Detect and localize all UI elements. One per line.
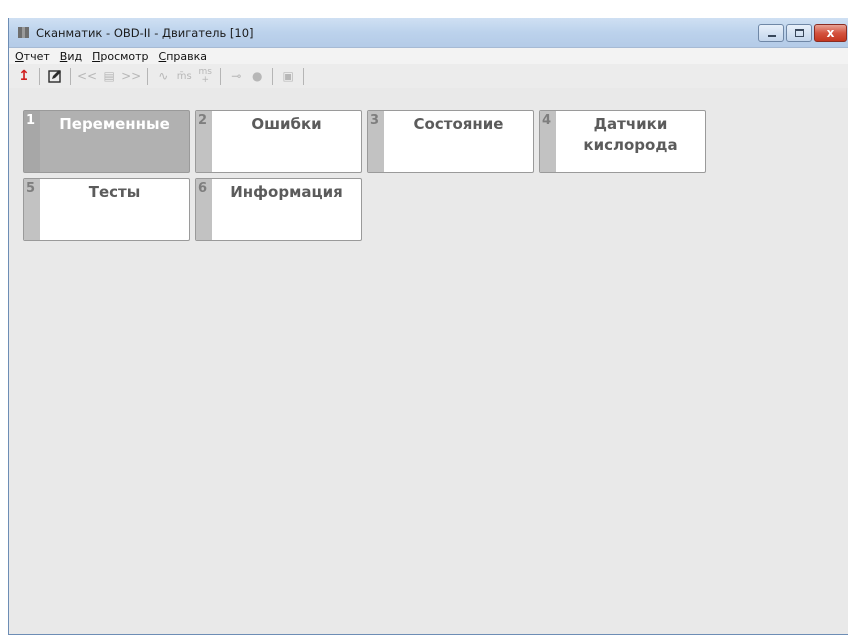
- tile-number: 5: [26, 181, 36, 196]
- menu-report[interactable]: Отчет: [11, 50, 54, 63]
- menu-help[interactable]: Справка: [155, 50, 211, 63]
- list-icon[interactable]: ▤: [100, 66, 118, 86]
- tile-variables[interactable]: 1 Переменные: [23, 110, 190, 173]
- menu-view-label: ид: [67, 49, 83, 63]
- close-button[interactable]: x: [814, 24, 847, 42]
- waveform-icon[interactable]: ∿: [154, 66, 172, 86]
- toolbar-separator: [70, 67, 71, 85]
- tile-information[interactable]: 6 Информация: [195, 178, 362, 241]
- menu-preview-label: росмотр: [100, 49, 149, 63]
- tile-tests[interactable]: 5 Тесты: [23, 178, 190, 241]
- tile-label: Переменные: [59, 115, 170, 133]
- ms-minus-icon[interactable]: m̄s: [175, 66, 193, 86]
- close-icon: x: [826, 26, 835, 40]
- menu-help-label: правка: [166, 49, 208, 63]
- menu-report-label: тчет: [23, 49, 50, 63]
- menu-bar: Отчет Вид Просмотр Справка: [9, 48, 848, 64]
- tile-number: 4: [542, 113, 552, 128]
- title-bar[interactable]: Сканматик - OBD-II - Двигатель [10] x: [9, 18, 848, 48]
- save-icon[interactable]: ▣: [279, 66, 297, 86]
- window-title: Сканматик - OBD-II - Двигатель [10]: [36, 26, 254, 40]
- toolbar: ↥ << ▤ >> ∿ m̄s ms + ⊸ ● ▣: [9, 64, 848, 88]
- tile-status[interactable]: 3 Состояние: [367, 110, 534, 173]
- tile-number: 1: [26, 113, 36, 128]
- tile-number: 3: [370, 113, 380, 128]
- tile-label: Информация: [230, 183, 343, 201]
- next-page-icon[interactable]: >>: [121, 66, 141, 86]
- edit-icon: [48, 70, 61, 83]
- menu-report-accel: О: [15, 49, 24, 63]
- toolbar-separator: [39, 67, 40, 85]
- prev-page-icon[interactable]: <<: [77, 66, 97, 86]
- maximize-icon: [795, 29, 804, 37]
- tile-label: Состояние: [413, 115, 504, 133]
- toolbar-separator: [303, 67, 305, 85]
- maximize-button[interactable]: [786, 24, 812, 42]
- record-icon[interactable]: ●: [248, 66, 266, 86]
- edit-report-button[interactable]: [46, 66, 64, 86]
- tile-oxygen-sensors[interactable]: 4 Датчики кислорода: [539, 110, 706, 173]
- tile-errors[interactable]: 2 Ошибки: [195, 110, 362, 173]
- ms-plus-bottom: +: [201, 75, 209, 85]
- ms-plus-icon[interactable]: ms +: [196, 66, 214, 86]
- toolbar-separator: [220, 67, 222, 85]
- main-window: Сканматик - OBD-II - Двигатель [10] x От…: [8, 18, 848, 635]
- minimize-button[interactable]: [758, 24, 784, 42]
- menu-view[interactable]: Вид: [56, 50, 86, 63]
- tile-number: 2: [198, 113, 208, 128]
- tile-label: Ошибки: [251, 115, 322, 133]
- tile-number: 6: [198, 181, 208, 196]
- app-icon[interactable]: [18, 27, 29, 38]
- toolbar-separator: [272, 67, 274, 85]
- toolbar-separator: [147, 67, 149, 85]
- tile-label: Тесты: [88, 183, 141, 201]
- tile-label: Датчики кислорода: [583, 115, 678, 154]
- menu-preview[interactable]: Просмотр: [88, 50, 152, 63]
- caption-buttons: x: [756, 24, 847, 42]
- back-up-icon[interactable]: ↥: [15, 66, 33, 86]
- probe-icon[interactable]: ⊸: [227, 66, 245, 86]
- minimize-icon: [768, 35, 776, 37]
